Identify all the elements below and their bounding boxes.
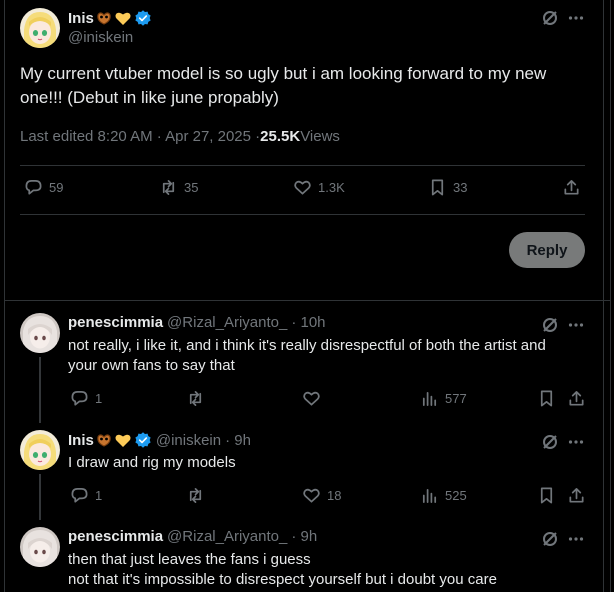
repost-count: 35 [184, 180, 199, 195]
avatar-penescimmia-image [20, 527, 60, 567]
bookmark-action[interactable] [537, 389, 556, 408]
reply-count: 59 [49, 180, 64, 195]
share-icon [564, 179, 579, 195]
avatar[interactable] [20, 430, 60, 470]
thread-line [39, 474, 41, 520]
thread-line [39, 357, 41, 423]
divider [4, 300, 610, 301]
author-name[interactable]: penescimmia [68, 528, 163, 545]
like-count: 18 [327, 488, 342, 503]
views-count: 25.5K [260, 128, 301, 145]
divider [20, 165, 585, 166]
yellow-heart-emoji-icon [115, 12, 131, 25]
reply-text-line: not really, i like it, and i think it's … [68, 337, 546, 354]
like-icon [303, 391, 320, 406]
views-icon [422, 488, 437, 504]
reply-icon [71, 487, 88, 503]
pretzel-emoji-icon [97, 12, 111, 25]
views-label: Views [300, 128, 340, 145]
reply-action[interactable]: 1 [70, 486, 102, 505]
author-name[interactable]: Inis [68, 10, 94, 27]
post-text: My current vtuber model is so ugly but i… [20, 62, 590, 110]
post-text-line: My current vtuber model is so ugly but i… [20, 64, 547, 83]
views-action[interactable]: 525 [420, 486, 467, 505]
pretzel-emoji-icon [97, 434, 111, 447]
reply-text: I draw and rig my models [68, 454, 236, 471]
views-icon [422, 391, 437, 407]
yellow-heart-emoji-icon [115, 434, 131, 447]
bookmark-action[interactable]: 33 [428, 178, 467, 197]
share-icon [569, 390, 584, 406]
author-handle[interactable]: @Rizal_Ariyanto_ [167, 314, 287, 331]
avatar-penescimmia-image [20, 313, 60, 353]
author-handle[interactable]: @Rizal_Ariyanto_ [167, 528, 287, 545]
like-icon [294, 180, 311, 195]
post-timestamp[interactable]: Last edited 8:20 AM · Apr 27, 2025 · [20, 128, 260, 145]
author-name[interactable]: Inis [68, 432, 94, 449]
repost-icon [189, 487, 202, 504]
divider [20, 214, 585, 215]
author-handle[interactable]: @iniskein [156, 432, 221, 449]
reply-action[interactable]: 59 [24, 178, 63, 197]
post-time[interactable]: · 10h [291, 314, 325, 331]
like-count: 1.3K [318, 180, 345, 195]
like-action[interactable]: 1.3K [293, 178, 345, 197]
verified-badge-icon [135, 10, 151, 26]
avatar[interactable] [20, 8, 60, 48]
reply-button[interactable]: Reply [509, 232, 585, 268]
bookmark-icon [540, 390, 553, 407]
scrollbar-track[interactable] [610, 0, 614, 592]
repost-icon [162, 179, 175, 196]
like-action[interactable]: 18 [302, 486, 341, 505]
repost-action[interactable]: 35 [159, 178, 198, 197]
reply-icon [25, 179, 42, 195]
author-name[interactable]: penescimmia [68, 314, 163, 331]
grok-icon[interactable] [541, 9, 559, 32]
like-action[interactable] [302, 389, 321, 408]
like-icon [303, 488, 320, 503]
reply-icon [71, 390, 88, 406]
repost-action[interactable] [186, 486, 205, 505]
post-time[interactable]: · 9h [225, 432, 251, 449]
share-action[interactable] [562, 178, 581, 197]
share-icon [569, 487, 584, 503]
reply-text-line: not that it's impossible to disrespect y… [68, 571, 497, 588]
more-icon[interactable] [567, 9, 585, 32]
avatar[interactable] [20, 313, 60, 353]
reply-text: not really, i like it, and i think it's … [68, 336, 588, 376]
bookmark-action[interactable] [537, 486, 556, 505]
post-time[interactable]: · 9h [291, 528, 317, 545]
reply-count: 1 [95, 488, 103, 503]
repost-icon [189, 390, 202, 407]
reply-text-line: your own fans to say that [68, 357, 235, 374]
reply-text: then that just leaves the fans i guess n… [68, 550, 588, 590]
avatar-inis-image [20, 430, 60, 470]
bookmark-icon [431, 179, 444, 196]
share-action[interactable] [567, 389, 586, 408]
views-action[interactable]: 577 [420, 389, 467, 408]
views-count: 577 [445, 391, 467, 406]
reply-action[interactable]: 1 [70, 389, 102, 408]
reply-text-line: then that just leaves the fans i guess [68, 551, 311, 568]
verified-badge-icon [135, 432, 151, 448]
author-handle[interactable]: @iniskein [68, 29, 133, 46]
post-text-line: one!!! (Debut in like june propably) [20, 88, 279, 107]
repost-action[interactable] [186, 389, 205, 408]
reply-count: 1 [95, 391, 103, 406]
bookmark-icon [540, 487, 553, 504]
avatar[interactable] [20, 527, 60, 567]
avatar-inis-image [20, 8, 60, 48]
share-action[interactable] [567, 486, 586, 505]
views-count: 525 [445, 488, 467, 503]
bookmark-count: 33 [453, 180, 468, 195]
